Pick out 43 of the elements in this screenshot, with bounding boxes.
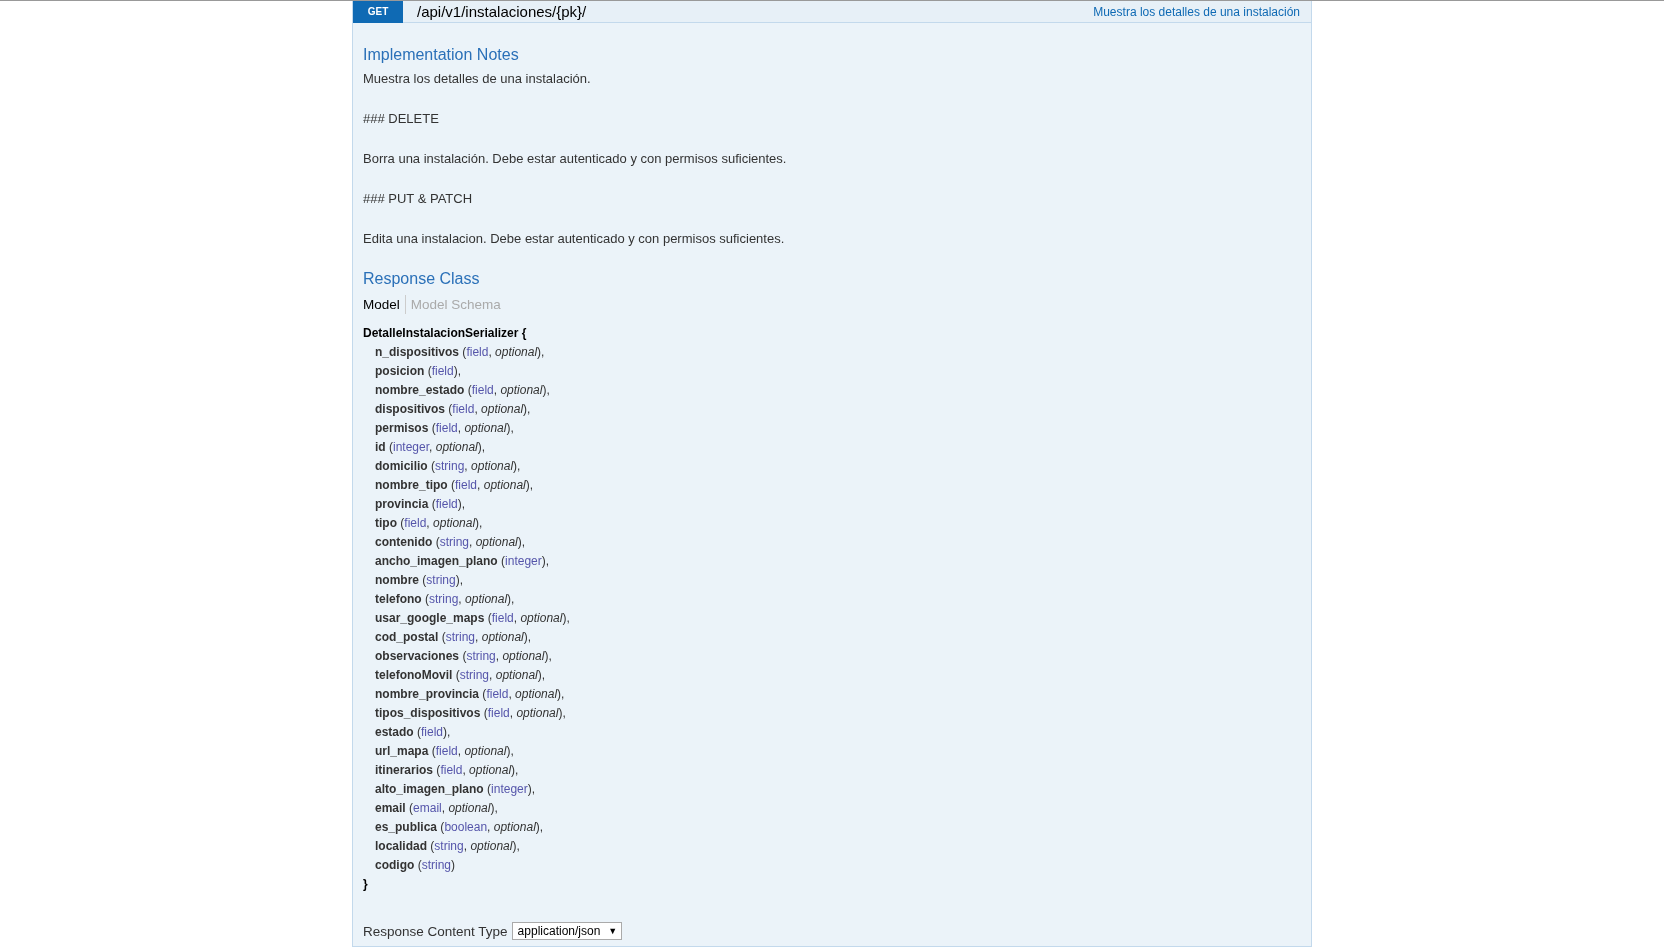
model-field: provincia (field), — [375, 495, 466, 514]
model-field: telefono (string, optional), — [375, 590, 515, 609]
model-field: contenido (string, optional), — [375, 533, 526, 552]
model-field: nombre_tipo (field, optional), — [375, 476, 534, 495]
note-paragraph: ### PUT & PATCH — [363, 190, 474, 208]
model-field: localidad (string, optional), — [375, 837, 520, 856]
model-field: nombre (string), — [375, 571, 464, 590]
model-field: telefonoMovil (string, optional), — [375, 666, 546, 685]
model-field: codigo (string) — [375, 856, 455, 875]
model-field: domicilio (string, optional), — [375, 457, 521, 476]
model-field: observaciones (string, optional), — [375, 647, 552, 666]
model-name: DetalleInstalacionSerializer { — [363, 325, 527, 342]
model-field: usar_google_maps (field, optional), — [375, 609, 570, 628]
get-method-badge[interactable]: GET — [353, 1, 403, 23]
closing-brace: } — [363, 876, 368, 893]
model-field: id (integer, optional), — [375, 438, 486, 457]
model-field: es_publica (boolean, optional), — [375, 818, 544, 837]
model-field: cod_postal (string, optional), — [375, 628, 532, 647]
model-field: estado (field), — [375, 723, 451, 742]
model-field: alto_imagen_plano (integer), — [375, 780, 536, 799]
model-field: nombre_provincia (field, optional), — [375, 685, 565, 704]
model-field: posicion (field), — [375, 362, 462, 381]
content-type-label: Response Content Type — [363, 923, 508, 939]
model-field: nombre_estado (field, optional), — [375, 381, 550, 400]
endpoint-summary-link[interactable]: Muestra los detalles de una instalación — [1093, 4, 1300, 19]
note-paragraph: ### DELETE — [363, 110, 440, 128]
note-paragraph: Muestra los detalles de una instalación. — [363, 70, 592, 88]
model-field: permisos (field, optional), — [375, 419, 514, 438]
model-field: url_mapa (field, optional), — [375, 742, 514, 761]
model-field: tipos_dispositivos (field, optional), — [375, 704, 566, 723]
model-field: itinerarios (field, optional), — [375, 761, 519, 780]
note-paragraph: Borra una instalación. Debe estar autenticado y con permisos suficientes. — [363, 150, 788, 168]
section-heading: Response Class — [363, 269, 481, 289]
model-field: ancho_imagen_plano (integer), — [375, 552, 550, 571]
model-tab[interactable]: Model — [363, 295, 405, 314]
content-type-dropdown[interactable]: application/json ▼ — [511, 922, 623, 940]
endpoint-path[interactable]: /api/v1/instalaciones/{pk}/ — [417, 3, 1094, 20]
model-field: dispositivos (field, optional), — [375, 400, 531, 419]
model-field: n_dispositivos (field, optional), — [375, 343, 545, 362]
model-field: tipo (field, optional), — [375, 514, 483, 533]
model-field: email (email, optional), — [375, 799, 498, 818]
note-paragraph: Edita una instalacion. Debe estar autenticado y con permisos suficientes. — [363, 230, 786, 248]
section-heading: Implementation Notes — [363, 45, 520, 65]
